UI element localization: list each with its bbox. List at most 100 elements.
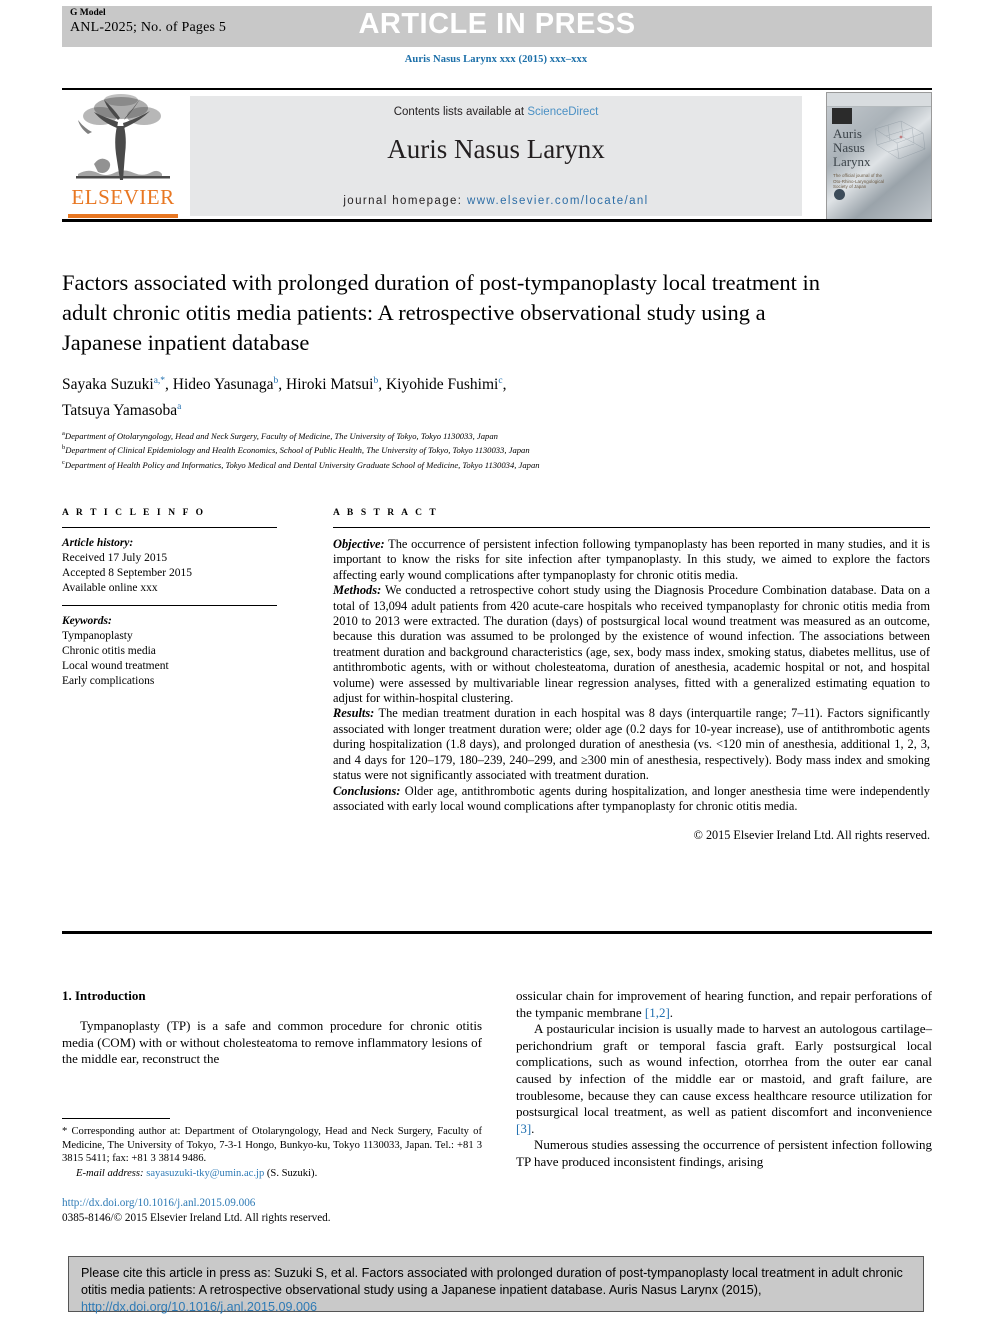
abstract-conclusions: Conclusions: Older age, antithrombotic a… <box>333 784 930 815</box>
article-info-panel: A R T I C L E I N F O Article history: R… <box>62 508 277 689</box>
cite-sentence: Please cite this article in press as: Su… <box>81 1266 903 1297</box>
methods-text: We conducted a retrospective cohort stud… <box>333 583 930 706</box>
masthead-gray-panel: Contents lists available at ScienceDirec… <box>190 96 802 216</box>
citation-ref-link[interactable]: [1,2] <box>645 1005 670 1020</box>
accepted-date: Accepted 8 September 2015 <box>62 567 192 579</box>
author-affiliation-marker[interactable]: a,* <box>154 376 165 386</box>
cover-society-seal-icon <box>834 189 845 200</box>
affiliation-text: Department of Health Policy and Informat… <box>64 459 540 470</box>
abstract-methods: Methods: We conducted a retrospective co… <box>333 583 930 706</box>
email-owner: (S. Suzuki). <box>264 1167 318 1179</box>
body-column-right: ossicular chain for improvement of heari… <box>516 988 932 1171</box>
affiliation-item: bDepartment of Clinical Epidemiology and… <box>62 442 922 456</box>
elsevier-logo: ELSEVIER <box>64 94 182 218</box>
keyword-item: Tympanoplasty <box>62 630 133 642</box>
paragraph-end: . <box>669 1004 674 1020</box>
paragraph-continued: ossicular chain for improvement of heari… <box>516 988 932 1021</box>
keywords-label: Keywords: <box>62 615 112 627</box>
article-history-label: Article history: <box>62 537 134 549</box>
doi-and-issn-block: http://dx.doi.org/10.1016/j.anl.2015.09.… <box>62 1196 492 1225</box>
journal-masthead: ELSEVIER Contents lists available at Sci… <box>62 88 932 222</box>
email-link[interactable]: sayasuzuki-tky@umin.ac.jp <box>144 1168 264 1179</box>
abstract-objective: Objective: The occurrence of persistent … <box>333 537 930 583</box>
cover-journal-title: Auris Nasus Larynx <box>833 126 871 169</box>
journal-title: Auris Nasus Larynx <box>387 134 605 164</box>
article-history-block: Article history: Received 17 July 2015 A… <box>62 536 277 596</box>
results-label: Results: <box>333 706 375 721</box>
journal-cover-thumbnail: Auris Nasus Larynx The official journal of… <box>826 92 932 220</box>
author-separator: , <box>502 376 507 394</box>
abstract-divider <box>333 527 930 528</box>
conclusions-label: Conclusions: <box>333 783 401 798</box>
affiliation-item: cDepartment of Health Policy and Informa… <box>62 457 922 471</box>
email-line: E-mail address: sayasuzuki-tky@umin.ac.j… <box>62 1167 482 1181</box>
please-cite-box: Please cite this article in press as: Su… <box>68 1256 924 1314</box>
footnote-rule <box>62 1118 170 1119</box>
masthead-bottom-rule <box>62 219 932 222</box>
journal-citation-line: Auris Nasus Larynx xxx (2015) xxx–xxx <box>404 54 588 65</box>
paragraph: Numerous studies assessing the occurrenc… <box>516 1137 932 1169</box>
cite-doi-link[interactable]: http://dx.doi.org/10.1016/j.anl.2015.09.… <box>81 1300 317 1314</box>
issn-copyright-line: 0385-8146/© 2015 Elsevier Ireland Ltd. A… <box>62 1211 331 1224</box>
author-name: Tatsuya Yamasoba <box>62 402 178 420</box>
keyword-item: Chronic otitis media <box>62 645 156 657</box>
doi-link[interactable]: http://dx.doi.org/10.1016/j.anl.2015.09.… <box>62 1196 492 1211</box>
article-page: G Model ANL-2025; No. of Pages 5 ARTICLE… <box>0 0 992 1323</box>
author-affiliation-marker[interactable]: a <box>177 402 181 412</box>
results-text: The median treatment duration in each ho… <box>333 706 930 783</box>
paragraph-end: . <box>531 1120 535 1136</box>
masthead-top-rule <box>62 88 932 90</box>
page-title: Factors associated with prolonged durati… <box>62 270 820 355</box>
affiliation-item: aDepartment of Otolaryngology, Head and … <box>62 428 922 442</box>
abstract-panel: A B S T R A C T Objective: The occurrenc… <box>333 508 930 843</box>
abstract-bottom-rule <box>62 931 932 934</box>
paragraph-text: A postauricular incision is usually made… <box>516 1021 932 1120</box>
sciencedirect-link[interactable]: ScienceDirect <box>527 106 598 118</box>
available-online-date: Available online xxx <box>62 582 158 594</box>
keyword-item: Early complications <box>62 675 155 687</box>
article-in-press-banner: G Model ANL-2025; No. of Pages 5 ARTICLE… <box>62 6 932 47</box>
abstract-results: Results: The median treatment duration i… <box>333 706 930 783</box>
introduction-text-right: ossicular chain for improvement of heari… <box>516 988 932 1171</box>
article-info-divider <box>62 527 277 528</box>
contents-available-line: Contents lists available at ScienceDirec… <box>190 106 802 118</box>
contents-prefix: Contents lists available at <box>393 106 528 118</box>
methods-label: Methods: <box>333 583 382 598</box>
introduction-text-left: Tympanoplasty (TP) is a safe and common … <box>62 1018 482 1068</box>
corresponding-author-footnote: * Corresponding author at: Department of… <box>62 1118 482 1180</box>
copyright-line: © 2015 Elsevier Ireland Ltd. All rights … <box>693 828 930 843</box>
keywords-block: Keywords: Tympanoplasty Chronic otitis m… <box>62 614 277 689</box>
homepage-url-link[interactable]: www.elsevier.com/locate/anl <box>467 195 649 207</box>
conclusions-text: Older age, antithrombotic agents during … <box>333 783 930 813</box>
author-separator: , Hiroki Matsui <box>278 376 374 394</box>
affiliation-text: Department of Clinical Epidemiology and … <box>65 445 530 456</box>
author-separator: , Kiyohide Fushimi <box>378 376 499 394</box>
journal-homepage-line: journal homepage: www.elsevier.com/locat… <box>190 195 802 207</box>
affiliation-text: Department of Otolaryngology, Head and N… <box>64 430 498 441</box>
homepage-label: journal homepage: <box>343 195 468 207</box>
objective-label: Objective: <box>333 537 385 551</box>
abstract-body: Objective: The occurrence of persistent … <box>333 537 930 814</box>
received-date: Received 17 July 2015 <box>62 552 168 564</box>
elsevier-tree-icon <box>76 94 170 180</box>
elsevier-wordmark: ELSEVIER <box>71 185 175 209</box>
cover-mesh-graphic <box>874 120 926 160</box>
affiliation-list: aDepartment of Otolaryngology, Head and … <box>62 428 922 471</box>
author-separator: , Hideo Yasunaga <box>165 376 274 394</box>
cover-top-strip <box>827 93 931 107</box>
paragraph: A postauricular incision is usually made… <box>516 1021 932 1137</box>
keyword-item: Local wound treatment <box>62 660 169 672</box>
article-info-heading: A R T I C L E I N F O <box>62 508 206 518</box>
cover-publisher-mark <box>832 108 852 124</box>
body-column-left: 1. Introduction Tympanoplasty (TP) is a … <box>62 988 482 1068</box>
email-label: E-mail address: <box>76 1167 144 1179</box>
keywords-divider <box>62 605 277 606</box>
footnote-text: * Corresponding author at: Department of… <box>62 1125 482 1180</box>
author-name: Sayaka Suzuki <box>62 376 154 394</box>
author-list: Sayaka Suzukia,*, Hideo Yasunagab, Hirok… <box>62 370 862 422</box>
abstract-heading: A B S T R A C T <box>333 508 439 518</box>
citation-ref-link[interactable]: [3] <box>516 1121 531 1136</box>
cite-text: Please cite this article in press as: Su… <box>81 1265 911 1316</box>
introduction-heading: 1. Introduction <box>62 988 146 1003</box>
elsevier-underbar <box>68 214 178 218</box>
